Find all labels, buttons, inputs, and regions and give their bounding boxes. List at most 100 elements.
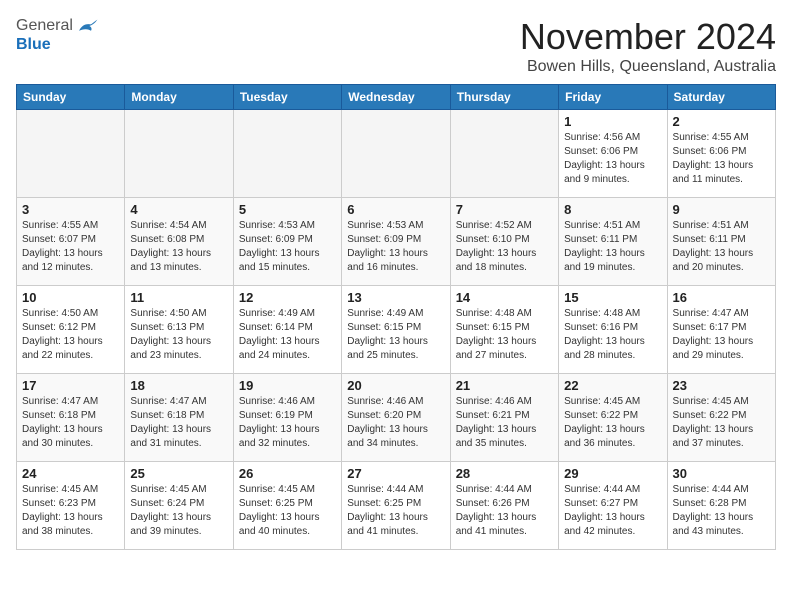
day-info: Sunrise: 4:52 AM Sunset: 6:10 PM Dayligh… [456,219,553,275]
day-number: 1 [564,114,661,129]
day-number: 17 [22,378,119,393]
weekday-header-tuesday: Tuesday [233,85,341,110]
day-info: Sunrise: 4:46 AM Sunset: 6:19 PM Dayligh… [239,395,336,451]
day-number: 15 [564,290,661,305]
calendar-week-row: 3 Sunrise: 4:55 AM Sunset: 6:07 PM Daylig… [17,198,776,286]
day-info: Sunrise: 4:50 AM Sunset: 6:13 PM Dayligh… [130,307,227,363]
day-number: 28 [456,466,553,481]
day-number: 8 [564,202,661,217]
day-number: 7 [456,202,553,217]
day-number: 23 [673,378,770,393]
day-number: 13 [347,290,444,305]
calendar-cell: 25 Sunrise: 4:45 AM Sunset: 6:24 PM Dayli… [125,462,233,550]
logo-bird-icon [75,16,99,36]
day-number: 25 [130,466,227,481]
calendar-cell: 18 Sunrise: 4:47 AM Sunset: 6:18 PM Dayli… [125,374,233,462]
day-number: 5 [239,202,336,217]
calendar-cell: 13 Sunrise: 4:49 AM Sunset: 6:15 PM Dayli… [342,286,450,374]
day-info: Sunrise: 4:45 AM Sunset: 6:24 PM Dayligh… [130,483,227,539]
day-info: Sunrise: 4:45 AM Sunset: 6:22 PM Dayligh… [673,395,770,451]
calendar-cell: 8 Sunrise: 4:51 AM Sunset: 6:11 PM Daylig… [559,198,667,286]
logo-general-text: General [16,17,73,35]
calendar-cell [233,110,341,198]
logo-blue-text: Blue [16,36,51,54]
calendar-cell: 14 Sunrise: 4:48 AM Sunset: 6:15 PM Dayli… [450,286,558,374]
calendar-cell: 10 Sunrise: 4:50 AM Sunset: 6:12 PM Dayli… [17,286,125,374]
calendar-cell: 22 Sunrise: 4:45 AM Sunset: 6:22 PM Dayli… [559,374,667,462]
weekday-header-wednesday: Wednesday [342,85,450,110]
day-number: 29 [564,466,661,481]
weekday-header-monday: Monday [125,85,233,110]
calendar-cell: 20 Sunrise: 4:46 AM Sunset: 6:20 PM Dayli… [342,374,450,462]
day-info: Sunrise: 4:44 AM Sunset: 6:26 PM Dayligh… [456,483,553,539]
calendar-cell: 29 Sunrise: 4:44 AM Sunset: 6:27 PM Dayli… [559,462,667,550]
calendar-cell [125,110,233,198]
day-info: Sunrise: 4:46 AM Sunset: 6:20 PM Dayligh… [347,395,444,451]
day-number: 14 [456,290,553,305]
day-number: 3 [22,202,119,217]
weekday-header-sunday: Sunday [17,85,125,110]
day-info: Sunrise: 4:45 AM Sunset: 6:22 PM Dayligh… [564,395,661,451]
calendar-cell: 9 Sunrise: 4:51 AM Sunset: 6:11 PM Daylig… [667,198,775,286]
day-info: Sunrise: 4:49 AM Sunset: 6:15 PM Dayligh… [347,307,444,363]
calendar-cell: 2Sunrise: 4:55 AM Sunset: 6:06 PM Daylig… [667,110,775,198]
weekday-header-row: SundayMondayTuesdayWednesdayThursdayFrid… [17,85,776,110]
calendar-cell: 21Sunrise: 4:46 AM Sunset: 6:21 PM Dayli… [450,374,558,462]
day-info: Sunrise: 4:45 AM Sunset: 6:23 PM Dayligh… [22,483,119,539]
calendar-cell: 27 Sunrise: 4:44 AM Sunset: 6:25 PM Dayli… [342,462,450,550]
calendar-cell: 26 Sunrise: 4:45 AM Sunset: 6:25 PM Dayli… [233,462,341,550]
day-info: Sunrise: 4:44 AM Sunset: 6:25 PM Dayligh… [347,483,444,539]
day-info: Sunrise: 4:44 AM Sunset: 6:27 PM Dayligh… [564,483,661,539]
day-info: Sunrise: 4:49 AM Sunset: 6:14 PM Dayligh… [239,307,336,363]
day-info: Sunrise: 4:44 AM Sunset: 6:28 PM Dayligh… [673,483,770,539]
day-info: Sunrise: 4:47 AM Sunset: 6:18 PM Dayligh… [22,395,119,451]
calendar-cell: 11 Sunrise: 4:50 AM Sunset: 6:13 PM Dayli… [125,286,233,374]
month-title: November 2024 [520,16,776,58]
calendar-cell: 6Sunrise: 4:53 AM Sunset: 6:09 PM Daylig… [342,198,450,286]
calendar-week-row: 1Sunrise: 4:56 AM Sunset: 6:06 PM Daylig… [17,110,776,198]
calendar-cell [17,110,125,198]
calendar-cell [450,110,558,198]
calendar-week-row: 17 Sunrise: 4:47 AM Sunset: 6:18 PM Dayli… [17,374,776,462]
calendar-week-row: 10 Sunrise: 4:50 AM Sunset: 6:12 PM Dayli… [17,286,776,374]
calendar-cell [342,110,450,198]
day-number: 26 [239,466,336,481]
logo: General Blue [16,16,99,54]
day-number: 11 [130,290,227,305]
day-number: 18 [130,378,227,393]
calendar-cell: 28 Sunrise: 4:44 AM Sunset: 6:26 PM Dayli… [450,462,558,550]
calendar-cell: 15Sunrise: 4:48 AM Sunset: 6:16 PM Dayli… [559,286,667,374]
calendar-week-row: 24 Sunrise: 4:45 AM Sunset: 6:23 PM Dayli… [17,462,776,550]
day-number: 16 [673,290,770,305]
calendar-cell: 23 Sunrise: 4:45 AM Sunset: 6:22 PM Dayli… [667,374,775,462]
calendar-table: SundayMondayTuesdayWednesdayThursdayFrid… [16,84,776,550]
day-info: Sunrise: 4:47 AM Sunset: 6:18 PM Dayligh… [130,395,227,451]
calendar-cell: 19 Sunrise: 4:46 AM Sunset: 6:19 PM Dayli… [233,374,341,462]
day-info: Sunrise: 4:50 AM Sunset: 6:12 PM Dayligh… [22,307,119,363]
day-number: 9 [673,202,770,217]
weekday-header-thursday: Thursday [450,85,558,110]
day-number: 10 [22,290,119,305]
calendar-cell: 12Sunrise: 4:49 AM Sunset: 6:14 PM Dayli… [233,286,341,374]
day-number: 27 [347,466,444,481]
day-number: 22 [564,378,661,393]
day-number: 2 [673,114,770,129]
weekday-header-friday: Friday [559,85,667,110]
day-number: 21 [456,378,553,393]
day-number: 19 [239,378,336,393]
calendar-cell: 1Sunrise: 4:56 AM Sunset: 6:06 PM Daylig… [559,110,667,198]
day-number: 20 [347,378,444,393]
day-number: 4 [130,202,227,217]
calendar-cell: 17 Sunrise: 4:47 AM Sunset: 6:18 PM Dayli… [17,374,125,462]
day-info: Sunrise: 4:45 AM Sunset: 6:25 PM Dayligh… [239,483,336,539]
day-number: 24 [22,466,119,481]
calendar-cell: 30Sunrise: 4:44 AM Sunset: 6:28 PM Dayli… [667,462,775,550]
day-info: Sunrise: 4:53 AM Sunset: 6:09 PM Dayligh… [347,219,444,275]
day-info: Sunrise: 4:51 AM Sunset: 6:11 PM Dayligh… [564,219,661,275]
header: General Blue November 2024 Bowen Hills, … [16,16,776,76]
calendar-cell: 5Sunrise: 4:53 AM Sunset: 6:09 PM Daylig… [233,198,341,286]
day-info: Sunrise: 4:48 AM Sunset: 6:15 PM Dayligh… [456,307,553,363]
location-title: Bowen Hills, Queensland, Australia [520,58,776,76]
day-info: Sunrise: 4:51 AM Sunset: 6:11 PM Dayligh… [673,219,770,275]
day-info: Sunrise: 4:55 AM Sunset: 6:07 PM Dayligh… [22,219,119,275]
